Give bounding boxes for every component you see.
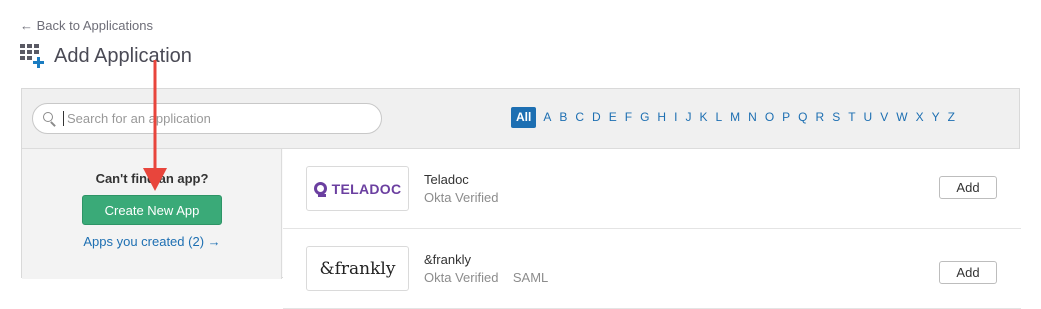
- app-verification: Okta Verified: [424, 190, 499, 205]
- teladoc-logo: TELADOC: [306, 166, 409, 211]
- filter-letter-v[interactable]: V: [876, 107, 892, 128]
- filter-letter-n[interactable]: N: [744, 107, 761, 128]
- filter-letter-z[interactable]: Z: [944, 107, 959, 128]
- filter-letter-o[interactable]: O: [761, 107, 778, 128]
- filter-letter-x[interactable]: X: [912, 107, 928, 128]
- page-title: Add Application: [54, 44, 192, 67]
- frankly-logo: &frankly: [306, 246, 409, 291]
- filter-letter-y[interactable]: Y: [928, 107, 944, 128]
- filter-letter-w[interactable]: W: [892, 107, 911, 128]
- cant-find-label: Can't find an app?: [95, 171, 209, 186]
- filter-letter-q[interactable]: Q: [794, 107, 811, 128]
- text-caret: [63, 111, 64, 126]
- app-list: TELADOC Teladoc Okta Verified Add &frank…: [283, 149, 1021, 309]
- filter-letter-r[interactable]: R: [812, 107, 829, 128]
- filter-letter-g[interactable]: G: [636, 107, 653, 128]
- alphabet-filter: All A B C D E F G H I J K L M N O P Q R S T U V W X Y Z: [511, 107, 959, 128]
- filter-letter-u[interactable]: U: [860, 107, 877, 128]
- app-row-teladoc: TELADOC Teladoc Okta Verified Add: [283, 149, 1021, 229]
- add-frankly-button[interactable]: Add: [939, 261, 997, 284]
- search-input[interactable]: [65, 110, 355, 127]
- filter-letter-l[interactable]: L: [711, 107, 726, 128]
- page-header: Add Application: [20, 44, 192, 68]
- search-icon: [43, 111, 57, 127]
- filter-letter-i[interactable]: I: [670, 107, 681, 128]
- filter-letter-a[interactable]: A: [539, 107, 555, 128]
- app-catalog-panel: AllABCDEFGHIJKLMNOPQRSTUVWXYZ Can't find…: [21, 88, 1021, 309]
- filter-letter-m[interactable]: M: [726, 107, 744, 128]
- teladoc-mark-icon: [313, 182, 327, 197]
- filter-letter-c[interactable]: C: [571, 107, 588, 128]
- add-teladoc-button[interactable]: Add: [939, 176, 997, 199]
- filter-letter-j[interactable]: J: [681, 107, 695, 128]
- app-name: Teladoc: [424, 172, 469, 187]
- create-new-app-button[interactable]: Create New App: [82, 195, 222, 225]
- app-name: &frankly: [424, 252, 471, 267]
- filter-letter-p[interactable]: P: [778, 107, 794, 128]
- filter-letter-k[interactable]: K: [695, 107, 711, 128]
- filter-all[interactable]: All: [511, 107, 537, 128]
- filter-letter-s[interactable]: S: [828, 107, 844, 128]
- search-box[interactable]: [32, 103, 382, 134]
- back-to-applications-link[interactable]: ← Back to Applications: [20, 18, 153, 33]
- app-verification: Okta Verified SAML: [424, 270, 549, 285]
- search-toolbar: AllABCDEFGHIJKLMNOPQRSTUVWXYZ: [22, 89, 1019, 149]
- create-app-sidebar: Can't find an app? Create New App Apps y…: [22, 149, 282, 279]
- add-app-grid-icon: [20, 44, 44, 68]
- filter-letter-b[interactable]: B: [555, 107, 571, 128]
- filter-letter-f[interactable]: F: [621, 107, 636, 128]
- filter-letter-e[interactable]: E: [605, 107, 621, 128]
- filter-letter-t[interactable]: T: [844, 107, 859, 128]
- app-row-frankly: &frankly &frankly Okta Verified SAML Add: [283, 229, 1021, 309]
- filter-letter-d[interactable]: D: [588, 107, 605, 128]
- filter-letter-h[interactable]: H: [653, 107, 670, 128]
- apps-you-created-link[interactable]: Apps you created (2) →: [22, 234, 282, 249]
